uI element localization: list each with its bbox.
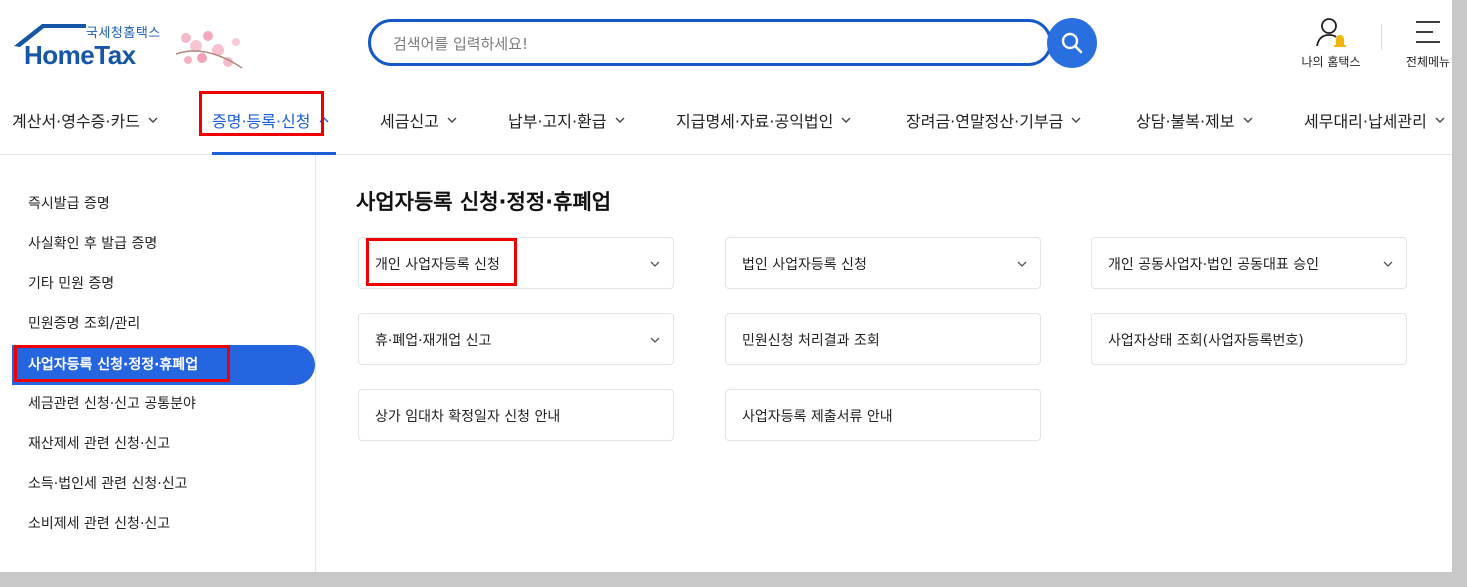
full-menu-label: 전체메뉴: [1405, 55, 1451, 69]
chevron-down-icon: [615, 117, 624, 123]
nav-item-label: 납부·고지·환급: [508, 112, 607, 131]
window-edge-bottom: [0, 572, 1467, 587]
my-hometax-button[interactable]: 나의 홈택스: [1296, 16, 1366, 70]
chevron-down-icon: [1435, 117, 1445, 123]
highlight-box-card: [366, 238, 517, 286]
card-required-documents-guide[interactable]: 사업자등록 제출서류 안내: [725, 389, 1041, 441]
card-lease-fixed-date-guide[interactable]: 상가 임대차 확정일자 신청 안내: [358, 389, 674, 441]
sidebar-item-certificate-management[interactable]: 민원증명 조회/관리: [28, 314, 140, 334]
nav-item-label: 세무대리·납세관리: [1304, 112, 1427, 131]
sidebar-item-instant-certificate[interactable]: 즉시발급 증명: [28, 194, 110, 214]
card-application-result-inquiry[interactable]: 민원신청 처리결과 조회: [725, 313, 1041, 365]
card-label: 법인 사업자등록 신청: [742, 257, 867, 273]
sidebar-item-property-tax[interactable]: 재산제세 관련 신청·신고: [28, 434, 170, 454]
sidebar-item-income-corporate-tax[interactable]: 소득·법인세 관련 신청·신고: [28, 474, 187, 494]
highlight-box-sidebar: [14, 345, 230, 382]
card-joint-business-approval[interactable]: 개인 공동사업자·법인 공동대표 승인: [1091, 237, 1407, 289]
nav-item-incentive-yearend[interactable]: 장려금·연말정산·기부금: [906, 86, 1081, 154]
card-label: 개인 공동사업자·법인 공동대표 승인: [1108, 257, 1319, 273]
page: 국세청홈택스 HomeTax 나의 홈택스: [0, 0, 1452, 572]
cherry-blossom-icon: [175, 31, 243, 69]
card-business-status-inquiry[interactable]: 사업자상태 조회(사업자등록번호): [1091, 313, 1407, 365]
card-closure-reopening-report[interactable]: 휴·폐업·재개업 신고: [358, 313, 674, 365]
card-label: 상가 임대차 확정일자 신청 안내: [375, 409, 561, 425]
user-bell-icon: [1316, 18, 1346, 47]
utility-divider: [1381, 24, 1382, 50]
nav-item-label: 세금신고: [380, 112, 439, 131]
window-edge-right: [1452, 0, 1467, 587]
card-corporate-business-registration[interactable]: 법인 사업자등록 신청: [725, 237, 1041, 289]
card-label: 사업자상태 조회(사업자등록번호): [1108, 333, 1304, 349]
logo-small-text: 국세청홈택스: [86, 26, 161, 41]
search-input[interactable]: [391, 32, 995, 56]
nav-item-tax-agent[interactable]: 세무대리·납세관리: [1304, 86, 1445, 154]
hamburger-menu-icon: [1416, 21, 1440, 43]
chevron-down-icon: [1017, 261, 1027, 267]
chevron-down-icon: [650, 261, 660, 267]
nav-item-consult-appeal[interactable]: 상담·불복·제보: [1136, 86, 1253, 154]
search-button[interactable]: [1047, 18, 1097, 68]
nav-item-tax-filing[interactable]: 세금신고: [380, 86, 457, 154]
nav-item-label: 상담·불복·제보: [1136, 112, 1235, 131]
full-menu-button[interactable]: 전체메뉴: [1398, 16, 1452, 70]
chevron-down-icon: [1383, 261, 1393, 267]
sidebar-item-fact-check-certificate[interactable]: 사실확인 후 발급 증명: [28, 234, 157, 254]
sidebar-item-tax-common[interactable]: 세금관련 신청·신고 공통분야: [28, 394, 196, 414]
nav-item-payment-statement[interactable]: 지급명세·자료·공익법인: [676, 86, 851, 154]
search-icon: [1061, 32, 1083, 54]
chevron-down-icon: [1243, 117, 1252, 123]
hometax-logo[interactable]: 국세청홈택스 HomeTax: [12, 20, 243, 76]
chevron-down-icon: [148, 117, 158, 123]
chevron-down-icon: [841, 117, 851, 123]
card-label: 휴·폐업·재개업 신고: [375, 333, 492, 349]
highlight-box-nav: [199, 91, 324, 136]
nav-item-label: 계산서·영수증·카드: [12, 112, 140, 131]
logo-brand-text: HomeTax: [24, 40, 136, 70]
nav-item-payment-refund[interactable]: 납부·고지·환급: [508, 86, 625, 154]
search-box: [368, 19, 1052, 66]
chevron-down-icon: [1071, 117, 1081, 123]
my-hometax-label: 나의 홈택스: [1301, 55, 1361, 69]
chevron-down-icon: [447, 117, 457, 123]
nav-item-label: 장려금·연말정산·기부금: [906, 112, 1064, 131]
page-title: 사업자등록 신청·정정·휴폐업: [356, 190, 612, 214]
chevron-down-icon: [650, 337, 660, 343]
sidebar-item-consumption-tax[interactable]: 소비제세 관련 신청·신고: [28, 514, 170, 534]
nav-item-invoice-receipt-card[interactable]: 계산서·영수증·카드: [12, 86, 158, 154]
card-label: 사업자등록 제출서류 안내: [742, 409, 893, 425]
card-label: 민원신청 처리결과 조회: [742, 333, 880, 349]
sidebar-item-other-certificate[interactable]: 기타 민원 증명: [28, 274, 114, 294]
nav-item-label: 지급명세·자료·공익법인: [676, 112, 834, 131]
